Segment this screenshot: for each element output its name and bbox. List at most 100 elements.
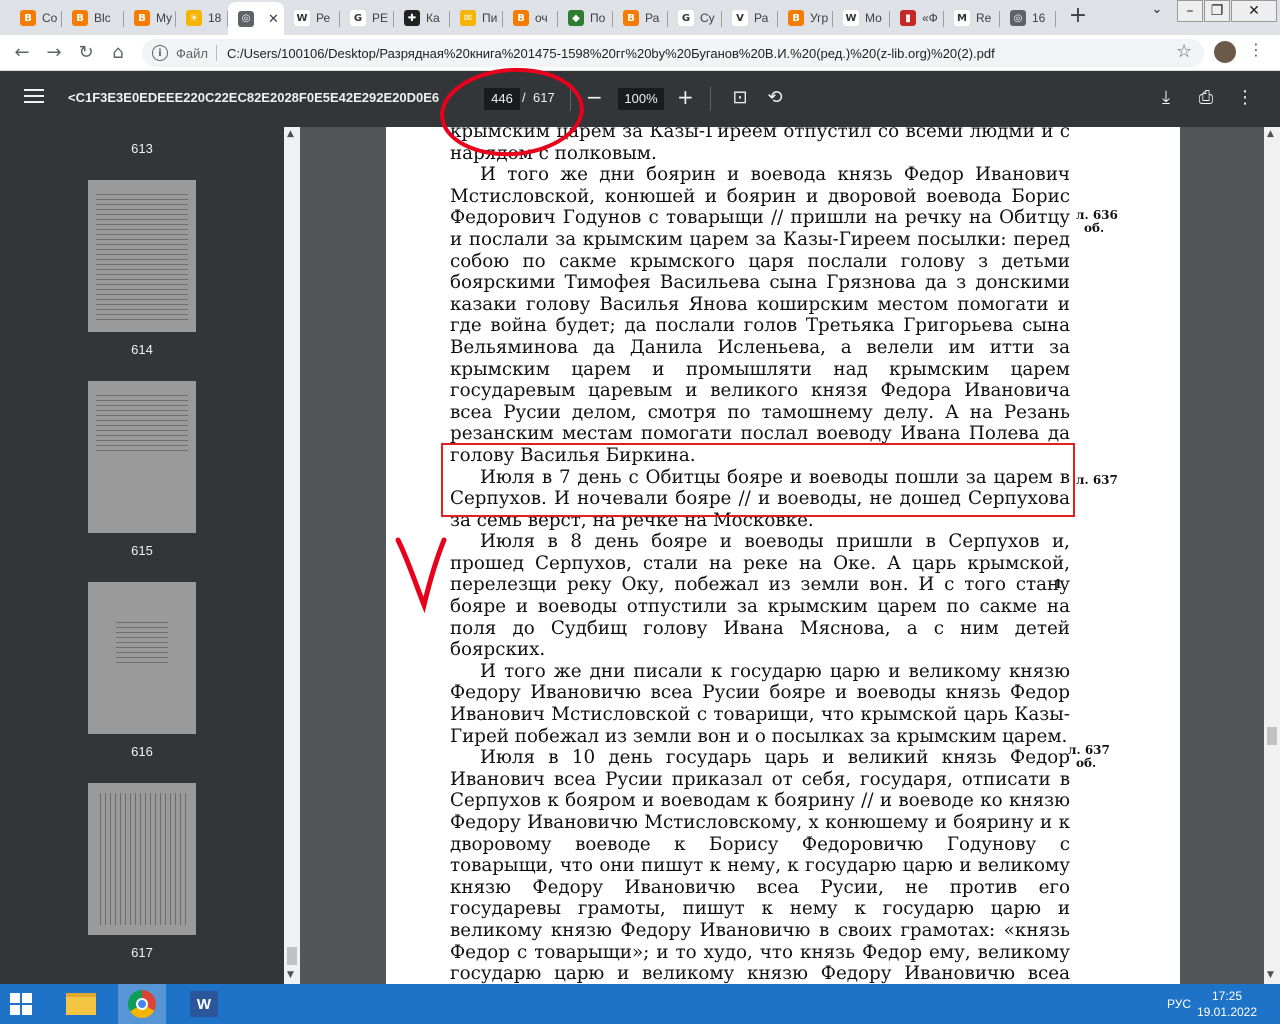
- fit-page-icon[interactable]: ⊡: [729, 87, 751, 109]
- page-thumbnail[interactable]: [88, 582, 196, 734]
- chrome-icon[interactable]: [118, 984, 166, 1024]
- tab-favicon-icon: ✉: [460, 10, 476, 26]
- paragraph: И того же дни писали к государю царю и в…: [450, 660, 1070, 747]
- browser-tab[interactable]: M Re: [944, 4, 1000, 32]
- tab-favicon-icon: ◎: [1010, 10, 1026, 26]
- margin-note: л. 636 об.: [1076, 208, 1118, 235]
- tab-title: Угр: [810, 11, 829, 25]
- tab-favicon-icon: B: [623, 10, 639, 26]
- browser-tab[interactable]: W Ре: [284, 4, 340, 32]
- browser-tab[interactable]: W Мо: [833, 4, 890, 32]
- thumbnail-page-number: 614: [131, 342, 153, 357]
- tab-title: РЕ: [372, 11, 389, 25]
- download-icon[interactable]: ⤓: [1155, 87, 1177, 109]
- browser-menu-icon[interactable]: ⋮: [1248, 40, 1264, 59]
- page-thumbnail[interactable]: [88, 783, 196, 935]
- page-total: 617: [533, 90, 555, 105]
- back-button[interactable]: ←: [10, 41, 34, 65]
- reload-button[interactable]: ↻: [74, 41, 98, 65]
- maximize-button[interactable]: ❐: [1204, 0, 1230, 22]
- tab-favicon-icon: M: [954, 10, 970, 26]
- tab-title: оч: [535, 11, 548, 25]
- browser-tab[interactable]: B Угр: [778, 4, 833, 32]
- scroll-down-icon[interactable]: ▼: [1267, 970, 1274, 980]
- zoom-in-button[interactable]: +: [677, 85, 694, 109]
- browser-tab[interactable]: B Ра: [613, 4, 668, 32]
- print-icon[interactable]: ⎙: [1195, 87, 1217, 109]
- zoom-input[interactable]: 100%: [618, 88, 664, 110]
- browser-tab[interactable]: ✉ Пи: [450, 4, 503, 32]
- browser-tab[interactable]: G РЕ: [340, 4, 394, 32]
- browser-tab[interactable]: Bоч: [503, 4, 558, 32]
- url-scheme: Файл: [176, 45, 208, 61]
- windows-start-icon[interactable]: [10, 993, 32, 1015]
- browser-tab[interactable]: ◎ ✕: [228, 2, 284, 35]
- close-tab-icon[interactable]: ✕: [268, 11, 279, 27]
- language-indicator[interactable]: РУС: [1167, 997, 1191, 1011]
- browser-tab[interactable]: B My: [124, 4, 176, 32]
- home-button[interactable]: ⌂: [106, 41, 130, 65]
- tab-title: Пи: [482, 11, 498, 25]
- zoom-out-button[interactable]: −: [586, 85, 603, 109]
- scroll-up-icon[interactable]: ▲: [287, 129, 294, 139]
- more-options-icon[interactable]: ⋮: [1234, 87, 1256, 109]
- sidebar-scrollbar[interactable]: ▲ ▼: [284, 127, 300, 984]
- bookmark-star-icon[interactable]: ☆: [1176, 41, 1192, 62]
- document-title: <C1F3E3E0EDEEE220C22EC82E2028F0E5E42E292…: [68, 90, 440, 105]
- thumbnail-page-number: 617: [131, 945, 153, 960]
- page-thumbnail[interactable]: [88, 180, 196, 332]
- browser-tab[interactable]: ✚ Ка: [394, 4, 450, 32]
- tab-favicon-icon: G: [350, 10, 366, 26]
- url-text[interactable]: C:/Users/100106/Desktop/Разрядная%20книг…: [227, 46, 995, 61]
- minimize-button[interactable]: –: [1177, 0, 1203, 22]
- tab-title: Re: [976, 11, 992, 25]
- tab-title: 18: [208, 11, 222, 25]
- browser-tab[interactable]: B Blc: [62, 4, 124, 32]
- close-window-button[interactable]: ✕: [1231, 0, 1277, 22]
- document-scrollbar[interactable]: ▲ ▼: [1264, 127, 1280, 984]
- tab-search-icon[interactable]: ⌄: [1144, 0, 1170, 22]
- browser-tab[interactable]: G Су: [668, 4, 722, 32]
- browser-tab[interactable]: B Co: [10, 4, 62, 32]
- tab-favicon-icon: ◆: [568, 10, 584, 26]
- tab-favicon-icon: ☀: [186, 10, 202, 26]
- page-number-input[interactable]: 446: [484, 88, 520, 110]
- tab-title: Ре: [316, 11, 331, 25]
- word-icon[interactable]: W: [180, 984, 228, 1024]
- browser-tab[interactable]: ☀ 18: [176, 4, 228, 32]
- tab-title: Blc: [94, 11, 111, 25]
- pdf-page: крымским царем за Казы-Гиреем отпустил с…: [386, 127, 1180, 984]
- tab-favicon-icon: W: [843, 10, 859, 26]
- tab-title: Ра: [754, 11, 769, 25]
- thumbnail-page-number: 615: [131, 543, 153, 558]
- rotate-icon[interactable]: ⟲: [764, 87, 786, 109]
- info-icon[interactable]: i: [152, 45, 168, 61]
- scroll-down-icon[interactable]: ▼: [287, 970, 294, 980]
- tab-favicon-icon: B: [788, 10, 804, 26]
- margin-note: л. 637: [1076, 473, 1118, 487]
- menu-icon[interactable]: [24, 89, 44, 109]
- forward-button[interactable]: →: [42, 41, 66, 65]
- tab-favicon-icon: V: [732, 10, 748, 26]
- omnibox[interactable]: i Файл C:/Users/100106/Desktop/Разрядная…: [142, 39, 1204, 67]
- browser-tab[interactable]: V Ра: [722, 4, 778, 32]
- file-explorer-icon[interactable]: [57, 984, 105, 1024]
- paragraph: И того же дни боярин и воевода князь Фед…: [450, 164, 1070, 466]
- tab-favicon-icon: ▮: [900, 10, 916, 26]
- clock[interactable]: 17:25 19.01.2022: [1196, 988, 1258, 1020]
- avatar[interactable]: [1214, 41, 1236, 63]
- scroll-up-icon[interactable]: ▲: [1267, 129, 1274, 139]
- thumbnail-sidebar: 613 614 615 616 617: [0, 127, 284, 984]
- browser-tab[interactable]: ▮ «Ф: [890, 4, 944, 32]
- tab-favicon-icon: ✚: [404, 10, 420, 26]
- browser-tab[interactable]: ◎ 16: [1000, 4, 1056, 32]
- browser-tab[interactable]: ◆ По: [558, 4, 613, 32]
- new-tab-button[interactable]: +: [1068, 5, 1088, 29]
- tab-favicon-icon: W: [294, 10, 310, 26]
- tab-favicon-icon: ◎: [238, 10, 254, 27]
- tab-title: Су: [700, 11, 715, 25]
- thumbnail-page-number: 613: [131, 141, 153, 156]
- paragraph: Июля в 8 день бояре и воеводы пришли в С…: [450, 531, 1070, 661]
- page-thumbnail[interactable]: [88, 381, 196, 533]
- tab-favicon-icon: B: [513, 10, 529, 26]
